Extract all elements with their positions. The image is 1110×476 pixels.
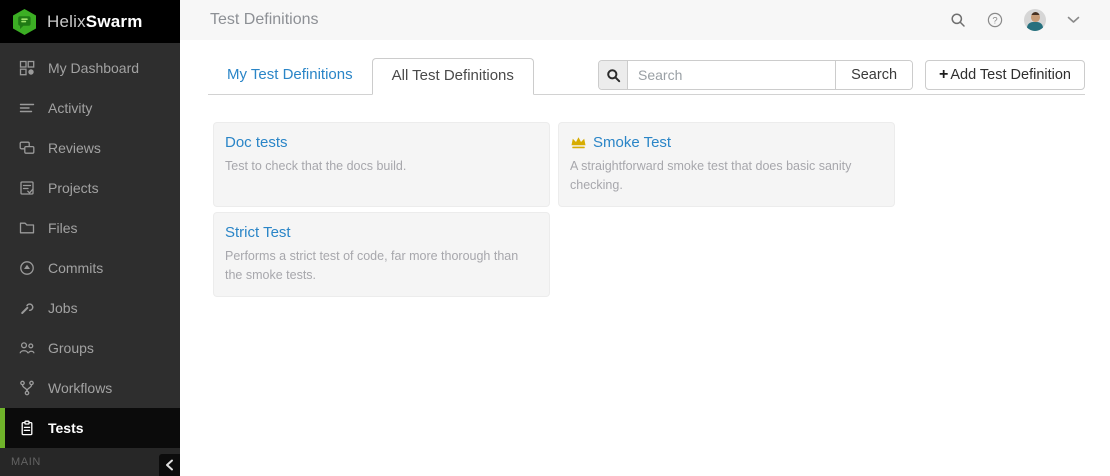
reviews-icon <box>19 140 35 156</box>
sidebar-item-label: Reviews <box>48 140 101 156</box>
crown-icon <box>570 136 587 149</box>
brand-logo[interactable]: HelixSwarm <box>0 0 180 43</box>
test-definition-list: Doc tests Test to check that the docs bu… <box>213 122 903 297</box>
test-definition-description: Performs a strict test of code, far more… <box>225 247 538 285</box>
sidebar-section-label: MAIN <box>0 456 41 468</box>
sidebar-item-label: Tests <box>48 420 84 436</box>
chevron-left-icon <box>165 459 174 471</box>
sidebar-item-commits[interactable]: Commits <box>0 248 180 288</box>
projects-icon <box>19 180 35 196</box>
workflows-icon <box>19 380 35 396</box>
helix-swarm-logo-icon <box>11 8 38 36</box>
sidebar-item-label: Commits <box>48 260 103 276</box>
sidebar-item-files[interactable]: Files <box>0 208 180 248</box>
help-icon[interactable]: ? <box>987 12 1003 28</box>
user-avatar[interactable] <box>1024 9 1046 31</box>
brand-name-bold: Swarm <box>86 12 143 31</box>
sidebar-item-label: Projects <box>48 180 99 196</box>
sidebar-item-my-dashboard[interactable]: My Dashboard <box>0 48 180 88</box>
tab-all-test-definitions[interactable]: All Test Definitions <box>372 58 534 95</box>
toolbar-actions: Search + Add Test Definition <box>598 60 1085 93</box>
brand-name-light: Helix <box>47 12 86 31</box>
plus-icon: + <box>939 66 948 84</box>
test-definition-description: Test to check that the docs build. <box>225 157 538 176</box>
sidebar-item-workflows[interactable]: Workflows <box>0 368 180 408</box>
sidebar-item-label: Activity <box>48 100 92 116</box>
add-test-definition-button[interactable]: + Add Test Definition <box>925 60 1085 90</box>
files-icon <box>19 220 35 236</box>
helix-swarm-app: HelixSwarm My Dashboard Activity <box>0 0 1110 476</box>
svg-text:?: ? <box>992 15 997 26</box>
chevron-down-icon[interactable] <box>1067 16 1080 24</box>
add-test-definition-label: Add Test Definition <box>950 67 1071 83</box>
sidebar-nav: My Dashboard Activity Reviews <box>0 43 180 448</box>
avatar-head <box>1031 12 1040 22</box>
search-icon[interactable] <box>950 12 966 28</box>
dashboard-icon <box>19 60 35 76</box>
sidebar-item-groups[interactable]: Groups <box>0 328 180 368</box>
tab-my-test-definitions[interactable]: My Test Definitions <box>208 58 372 93</box>
test-definition-link[interactable]: Doc tests <box>225 134 288 151</box>
sidebar-item-label: My Dashboard <box>48 60 139 76</box>
test-definition-card: Smoke Test A straightforward smoke test … <box>558 122 895 207</box>
sidebar-footer: MAIN <box>0 448 180 476</box>
tests-icon <box>19 420 35 436</box>
brand-name: HelixSwarm <box>47 12 143 32</box>
test-definition-card: Doc tests Test to check that the docs bu… <box>213 122 550 207</box>
search-group: Search <box>598 60 913 90</box>
tabs-toolbar: My Test Definitions All Test Definitions… <box>208 58 1085 95</box>
sidebar-item-label: Workflows <box>48 380 112 396</box>
sidebar-item-reviews[interactable]: Reviews <box>0 128 180 168</box>
search-input[interactable] <box>628 61 835 89</box>
sidebar-item-label: Files <box>48 220 78 236</box>
magnifier-icon <box>599 61 628 89</box>
test-definition-description: A straightforward smoke test that does b… <box>570 157 883 195</box>
sidebar-item-projects[interactable]: Projects <box>0 168 180 208</box>
card-title-row: Strict Test <box>225 224 538 241</box>
test-definition-card: Strict Test Performs a strict test of co… <box>213 212 550 297</box>
card-title-row: Doc tests <box>225 134 538 151</box>
top-header: Test Definitions ? <box>180 0 1110 40</box>
groups-icon <box>19 340 35 356</box>
sidebar: HelixSwarm My Dashboard Activity <box>0 0 180 476</box>
jobs-icon <box>19 300 35 316</box>
commits-icon <box>19 260 35 276</box>
sidebar-item-label: Groups <box>48 340 94 356</box>
sidebar-item-tests[interactable]: Tests <box>0 408 180 448</box>
sidebar-item-jobs[interactable]: Jobs <box>0 288 180 328</box>
avatar-body <box>1027 22 1043 31</box>
page-title: Test Definitions <box>210 11 319 29</box>
sidebar-item-label: Jobs <box>48 300 78 316</box>
search-button[interactable]: Search <box>835 61 912 89</box>
activity-icon <box>19 100 35 116</box>
sidebar-item-activity[interactable]: Activity <box>0 88 180 128</box>
header-actions: ? <box>950 9 1080 31</box>
test-definition-link[interactable]: Smoke Test <box>593 134 671 151</box>
main-area: Test Definitions ? <box>180 0 1110 476</box>
test-definition-link[interactable]: Strict Test <box>225 224 291 241</box>
card-title-row: Smoke Test <box>570 134 883 151</box>
sidebar-collapse-button[interactable] <box>159 454 180 476</box>
